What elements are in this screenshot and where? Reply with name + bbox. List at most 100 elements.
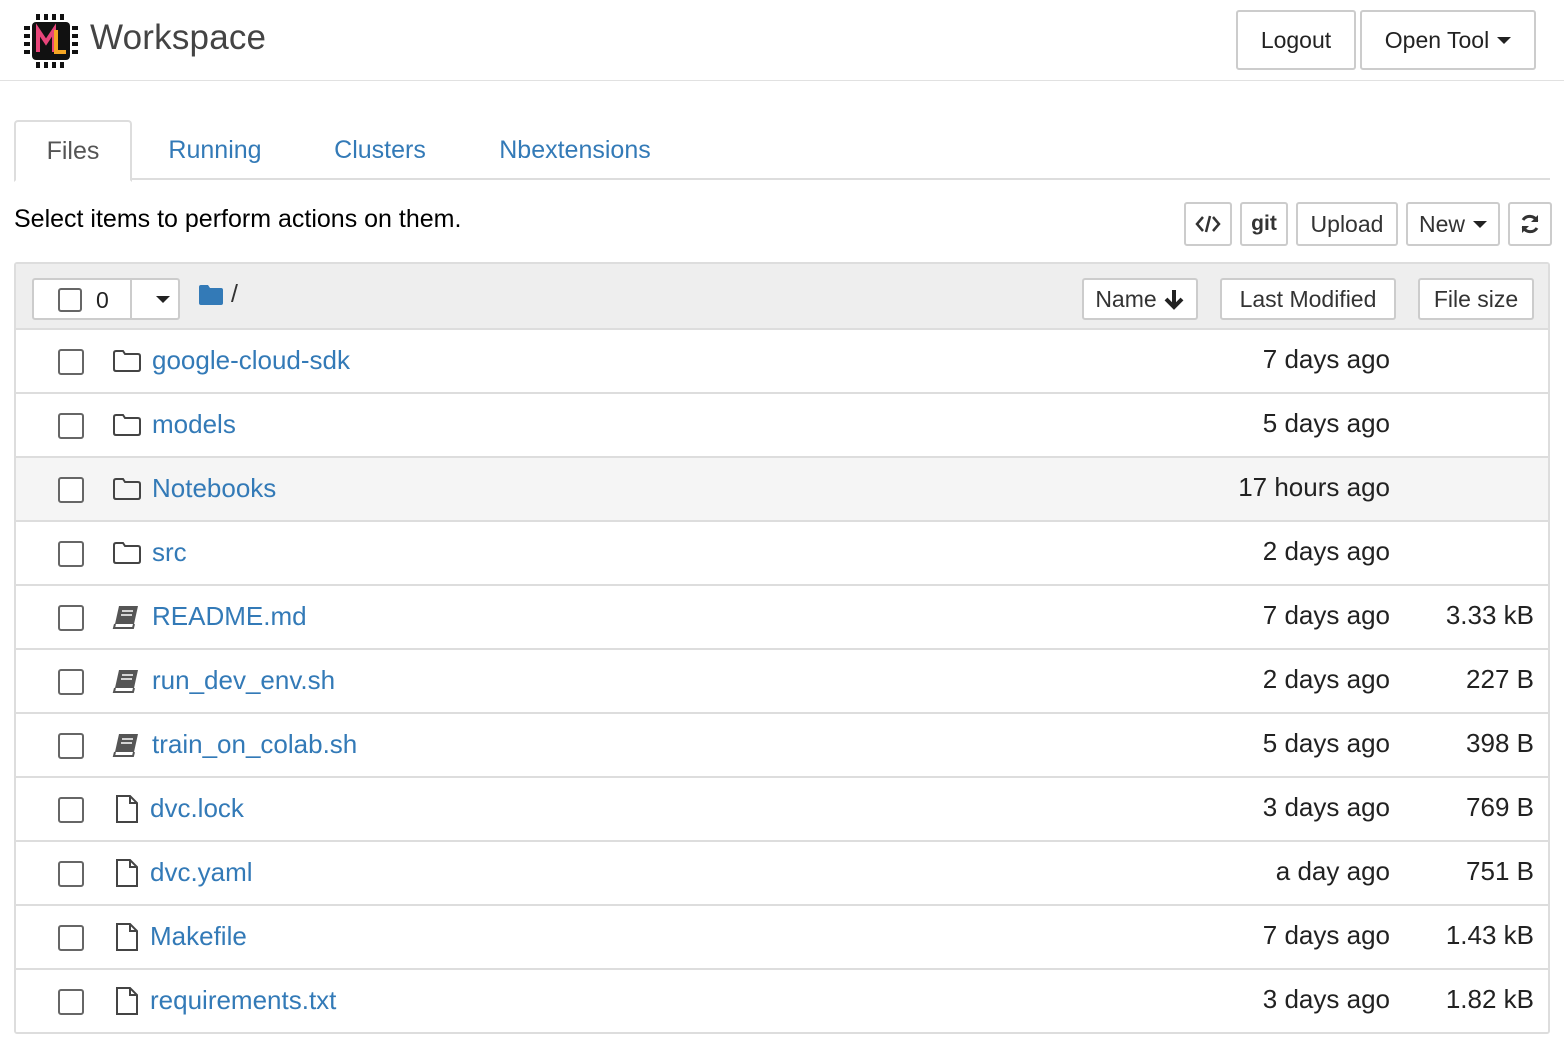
file-name-link[interactable]: requirements.txt xyxy=(150,985,336,1016)
last-modified: 2 days ago xyxy=(1262,664,1390,694)
file-name-link[interactable]: README.md xyxy=(152,601,307,632)
row-checkbox[interactable] xyxy=(58,861,84,887)
file-row[interactable]: dvc.yaml a day ago 751 B xyxy=(16,842,1548,906)
row-checkbox[interactable] xyxy=(58,605,84,631)
tab-clusters[interactable]: Clusters xyxy=(314,120,446,180)
upload-button[interactable]: Upload xyxy=(1296,202,1398,246)
folder-outline-icon xyxy=(112,410,142,440)
file-name-link[interactable]: Notebooks xyxy=(152,473,276,504)
last-modified: 7 days ago xyxy=(1262,920,1390,950)
file-size: 769 B xyxy=(1466,792,1534,822)
tab-label: Running xyxy=(168,135,262,164)
row-checkbox[interactable] xyxy=(58,925,84,951)
selection-menu-chevron-down-icon[interactable] xyxy=(156,296,170,303)
file-size: 1.82 kB xyxy=(1445,984,1534,1014)
file-size: 1.43 kB xyxy=(1445,920,1534,950)
last-modified: 3 days ago xyxy=(1262,984,1390,1014)
file-list-header: 0 / Name Last Modified File size xyxy=(16,264,1548,330)
tab-label: Clusters xyxy=(334,135,426,164)
logout-label: Logout xyxy=(1260,26,1332,53)
row-checkbox[interactable] xyxy=(58,541,84,567)
file-name-link[interactable]: models xyxy=(152,409,236,440)
sort-size-label: File size xyxy=(1433,285,1519,312)
arrow-down-icon xyxy=(1164,290,1184,310)
logout-button[interactable]: Logout xyxy=(1236,10,1356,70)
notebook-file-icon xyxy=(112,730,142,760)
sort-by-last-modified-button[interactable]: Last Modified xyxy=(1220,278,1396,320)
folder-outline-icon xyxy=(112,346,142,376)
file-name-link[interactable]: src xyxy=(152,537,187,568)
file-row[interactable]: dvc.lock 3 days ago 769 B xyxy=(16,778,1548,842)
file-size: 3.33 kB xyxy=(1445,600,1534,630)
file-name-link[interactable]: run_dev_env.sh xyxy=(152,665,335,696)
tab-nbextensions[interactable]: Nbextensions xyxy=(480,120,670,180)
select-all-checkbox[interactable] xyxy=(58,288,82,312)
file-row[interactable]: requirements.txt 3 days ago 1.82 kB xyxy=(16,970,1548,1032)
last-modified: a day ago xyxy=(1275,856,1390,886)
file-row[interactable]: Notebooks 17 hours ago xyxy=(16,458,1548,522)
file-row[interactable]: train_on_colab.sh 5 days ago 398 B xyxy=(16,714,1548,778)
ml-chip-logo-icon[interactable] xyxy=(22,12,80,70)
last-modified: 7 days ago xyxy=(1262,344,1390,374)
file-icon xyxy=(112,794,142,824)
new-dropdown-button[interactable]: New xyxy=(1406,202,1500,246)
file-name-link[interactable]: google-cloud-sdk xyxy=(152,345,350,376)
sort-by-name-button[interactable]: Name xyxy=(1082,278,1198,320)
file-size: 751 B xyxy=(1466,856,1534,886)
row-checkbox[interactable] xyxy=(58,797,84,823)
row-checkbox[interactable] xyxy=(58,349,84,375)
file-size: 227 B xyxy=(1466,664,1534,694)
folder-outline-icon xyxy=(112,474,142,504)
notebook-file-icon xyxy=(112,666,142,696)
file-name-link[interactable]: Makefile xyxy=(150,921,247,952)
file-row[interactable]: src 2 days ago xyxy=(16,522,1548,586)
main-tabs: Files Running Clusters Nbextensions xyxy=(14,120,1550,182)
file-row[interactable]: run_dev_env.sh 2 days ago 227 B xyxy=(16,650,1548,714)
file-icon xyxy=(112,858,142,888)
open-tool-label: Open Tool xyxy=(1384,26,1490,53)
app-title: Workspace xyxy=(90,18,267,57)
selected-count: 0 xyxy=(96,287,109,313)
git-button[interactable]: git xyxy=(1240,202,1288,246)
row-checkbox[interactable] xyxy=(58,989,84,1015)
tab-label: Nbextensions xyxy=(499,135,651,164)
refresh-icon xyxy=(1521,214,1539,234)
file-row[interactable]: Makefile 7 days ago 1.43 kB xyxy=(16,906,1548,970)
refresh-button[interactable] xyxy=(1508,202,1552,246)
row-checkbox[interactable] xyxy=(58,733,84,759)
sort-name-label: Name xyxy=(1095,285,1157,312)
folder-outline-icon xyxy=(112,538,142,568)
new-label: New xyxy=(1418,210,1465,237)
file-row[interactable]: README.md 7 days ago 3.33 kB xyxy=(16,586,1548,650)
row-checkbox[interactable] xyxy=(58,413,84,439)
folder-icon[interactable] xyxy=(198,284,224,306)
last-modified: 5 days ago xyxy=(1262,408,1390,438)
last-modified: 5 days ago xyxy=(1262,728,1390,758)
last-modified: 2 days ago xyxy=(1262,536,1390,566)
open-tool-dropdown[interactable]: Open Tool xyxy=(1360,10,1536,70)
top-header: Workspace Logout Open Tool xyxy=(0,0,1564,81)
tab-files[interactable]: Files xyxy=(14,120,132,182)
file-icon xyxy=(112,922,142,952)
row-checkbox[interactable] xyxy=(58,669,84,695)
code-button[interactable] xyxy=(1184,202,1232,246)
chevron-down-icon xyxy=(1497,36,1512,44)
file-name-link[interactable]: dvc.lock xyxy=(150,793,244,824)
tab-running[interactable]: Running xyxy=(148,120,282,180)
file-list: 0 / Name Last Modified File size google-… xyxy=(14,262,1550,1034)
file-row[interactable]: google-cloud-sdk 7 days ago xyxy=(16,330,1548,394)
file-name-link[interactable]: train_on_colab.sh xyxy=(152,729,357,760)
file-name-link[interactable]: dvc.yaml xyxy=(150,857,253,888)
last-modified: 17 hours ago xyxy=(1238,472,1390,502)
breadcrumb-path[interactable]: / xyxy=(231,280,238,309)
row-checkbox[interactable] xyxy=(58,477,84,503)
notebook-file-icon xyxy=(112,602,142,632)
tab-label: Files xyxy=(46,136,100,165)
file-icon xyxy=(112,986,142,1016)
last-modified: 7 days ago xyxy=(1262,600,1390,630)
file-row[interactable]: models 5 days ago xyxy=(16,394,1548,458)
file-size: 398 B xyxy=(1466,728,1534,758)
selection-instruction: Select items to perform actions on them. xyxy=(14,205,462,233)
sort-by-file-size-button[interactable]: File size xyxy=(1418,278,1534,320)
last-modified: 3 days ago xyxy=(1262,792,1390,822)
